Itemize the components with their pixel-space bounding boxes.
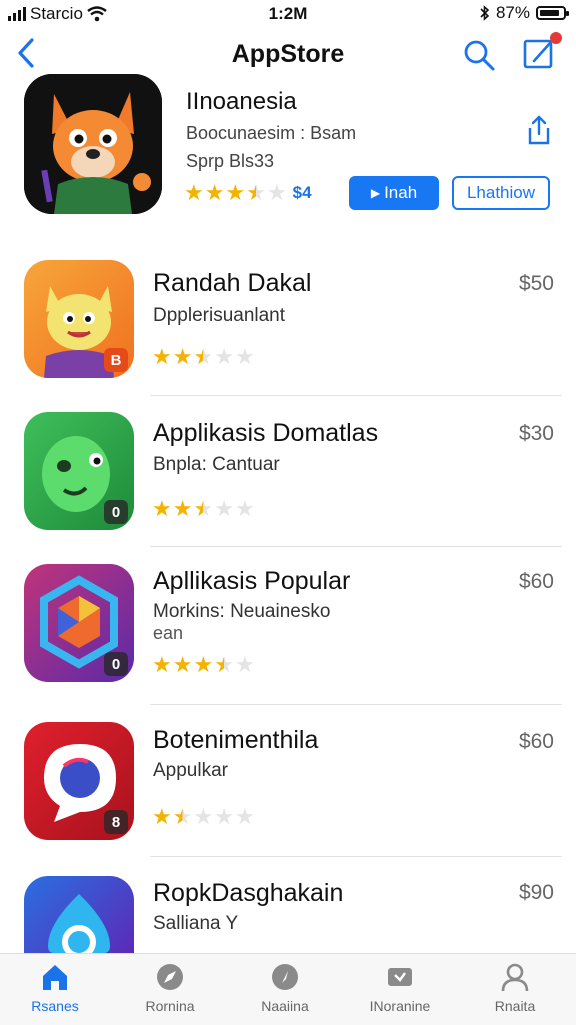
- home-icon: [43, 965, 67, 990]
- star-icon: ★: [225, 180, 246, 205]
- person-icon: [501, 963, 529, 992]
- rating-stars: ★ ★ ★ ★ ★: [184, 182, 287, 204]
- compose-button[interactable]: [522, 32, 562, 72]
- app-developer: Bnpla: Cantuar: [153, 454, 280, 475]
- featured-app-name[interactable]: IInoanesia: [186, 88, 297, 116]
- app-developer-line-2: ean: [153, 623, 184, 643]
- star-icon: ★: [204, 180, 225, 205]
- app-icon[interactable]: 8: [24, 722, 134, 840]
- download-button[interactable]: Lhathiow: [452, 176, 550, 210]
- tab-home[interactable]: Rsanes: [0, 962, 110, 1014]
- tab-browse[interactable]: Rornina: [115, 962, 225, 1014]
- app-icon[interactable]: [24, 876, 134, 953]
- battery-fill: [540, 10, 559, 16]
- tab-games[interactable]: INoranine: [345, 962, 455, 1014]
- star-icon: ★: [214, 804, 234, 829]
- app-price-button[interactable]: $60: [519, 730, 554, 754]
- status-right: 87%: [480, 3, 569, 23]
- star-icon: ★: [193, 496, 214, 521]
- app-name[interactable]: RopkDasghakain: [153, 879, 343, 908]
- compass-icon: [157, 964, 183, 990]
- bluetooth-icon: [480, 5, 490, 21]
- nav-bar: AppStore: [0, 30, 576, 80]
- tab-profile[interactable]: Rnaita: [460, 962, 570, 1014]
- tab-label: Rsanes: [31, 998, 79, 1014]
- app-developer: Dpplerisuanlant: [153, 305, 286, 326]
- star-icon: ★: [172, 652, 193, 677]
- star-icon: ★: [193, 344, 214, 369]
- star-icon: ★: [172, 496, 193, 521]
- star-icon: ★: [172, 344, 193, 369]
- rocket-icon: [272, 964, 298, 990]
- get-button[interactable]: ▶ Inah: [349, 176, 439, 210]
- battery-icon: [536, 6, 569, 20]
- star-icon: ★: [193, 652, 214, 677]
- divider: [150, 546, 562, 547]
- app-badge: 0: [104, 652, 128, 676]
- featured-price: $4: [292, 183, 312, 202]
- app-developer: Salliana Y: [153, 913, 239, 934]
- tab-label: Rornina: [145, 998, 195, 1014]
- app-name[interactable]: Applikasis Domatlas: [153, 419, 378, 448]
- app-icon[interactable]: 0: [24, 412, 134, 530]
- app-price-button[interactable]: $50: [519, 272, 554, 296]
- games-icon: [388, 968, 412, 986]
- app-badge: 0: [104, 500, 128, 524]
- tab-label: INoranine: [369, 998, 431, 1014]
- app-name[interactable]: Randah Dakal: [153, 269, 311, 298]
- app-price-button[interactable]: $90: [519, 881, 554, 905]
- star-icon: ★: [193, 804, 214, 829]
- app-icon[interactable]: 0: [24, 564, 134, 682]
- rating-stars: ★ ★ ★ ★ ★: [152, 806, 255, 828]
- tab-bar: Rsanes Rornina Naaiina INoranine Rnaita: [0, 953, 576, 1025]
- star-icon: ★: [266, 180, 287, 205]
- star-icon: ★: [152, 804, 172, 829]
- app-name[interactable]: Botenimenthila: [153, 726, 318, 755]
- featured-app-subtitle-2: Sprp Bls33: [186, 151, 275, 171]
- star-icon: ★: [152, 344, 172, 369]
- rating-stars: ★ ★ ★ ★ ★: [152, 654, 255, 676]
- divider: [150, 856, 562, 857]
- featured-app-icon[interactable]: [24, 74, 162, 214]
- star-icon: ★: [214, 496, 234, 521]
- star-icon: ★: [234, 652, 255, 677]
- app-badge: 8: [104, 810, 128, 834]
- featured-app-subtitle: Boocunaesim : Bsam: [186, 123, 357, 143]
- fox-mascot-icon: [24, 74, 162, 214]
- tab-label: Rnaita: [494, 998, 536, 1014]
- divider: [150, 395, 562, 396]
- star-icon: ★: [214, 652, 234, 677]
- app-name[interactable]: Apllikasis Popular: [153, 567, 350, 596]
- download-button-label: Lhathiow: [466, 183, 536, 202]
- star-icon: ★: [234, 804, 255, 829]
- get-button-label: Inah: [384, 183, 418, 202]
- star-icon: ★: [234, 344, 255, 369]
- divider: [150, 704, 562, 705]
- star-icon: ★: [172, 804, 193, 829]
- app-price-button[interactable]: $60: [519, 570, 554, 594]
- status-bar: Starcio 1:2M 87%: [0, 0, 576, 28]
- star-icon: ★: [152, 496, 172, 521]
- star-icon: ★: [234, 496, 255, 521]
- water-drop-icon: [48, 894, 110, 953]
- share-icon[interactable]: [524, 114, 554, 146]
- star-icon: ★: [214, 344, 234, 369]
- search-icon[interactable]: [462, 38, 496, 72]
- app-badge: B: [104, 348, 128, 372]
- app-icon[interactable]: B: [24, 260, 134, 378]
- tab-label: Naaiina: [261, 998, 309, 1014]
- app-developer: Appulkar: [153, 760, 228, 781]
- play-icon: ▶: [370, 186, 381, 200]
- rating-stars: ★ ★ ★ ★ ★: [152, 346, 255, 368]
- star-icon: ★: [184, 180, 204, 205]
- star-icon: ★: [152, 652, 172, 677]
- featured-rating: ★ ★ ★ ★ ★ $4: [184, 182, 312, 204]
- tab-launch[interactable]: Naaiina: [230, 962, 340, 1014]
- app-price-button[interactable]: $30: [519, 422, 554, 446]
- star-icon: ★: [246, 180, 266, 205]
- battery-percent: 87%: [495, 3, 530, 22]
- notification-dot: [550, 32, 562, 44]
- rating-stars: ★ ★ ★ ★ ★: [152, 498, 255, 520]
- app-developer: Morkins: Neuainesko: [153, 601, 331, 622]
